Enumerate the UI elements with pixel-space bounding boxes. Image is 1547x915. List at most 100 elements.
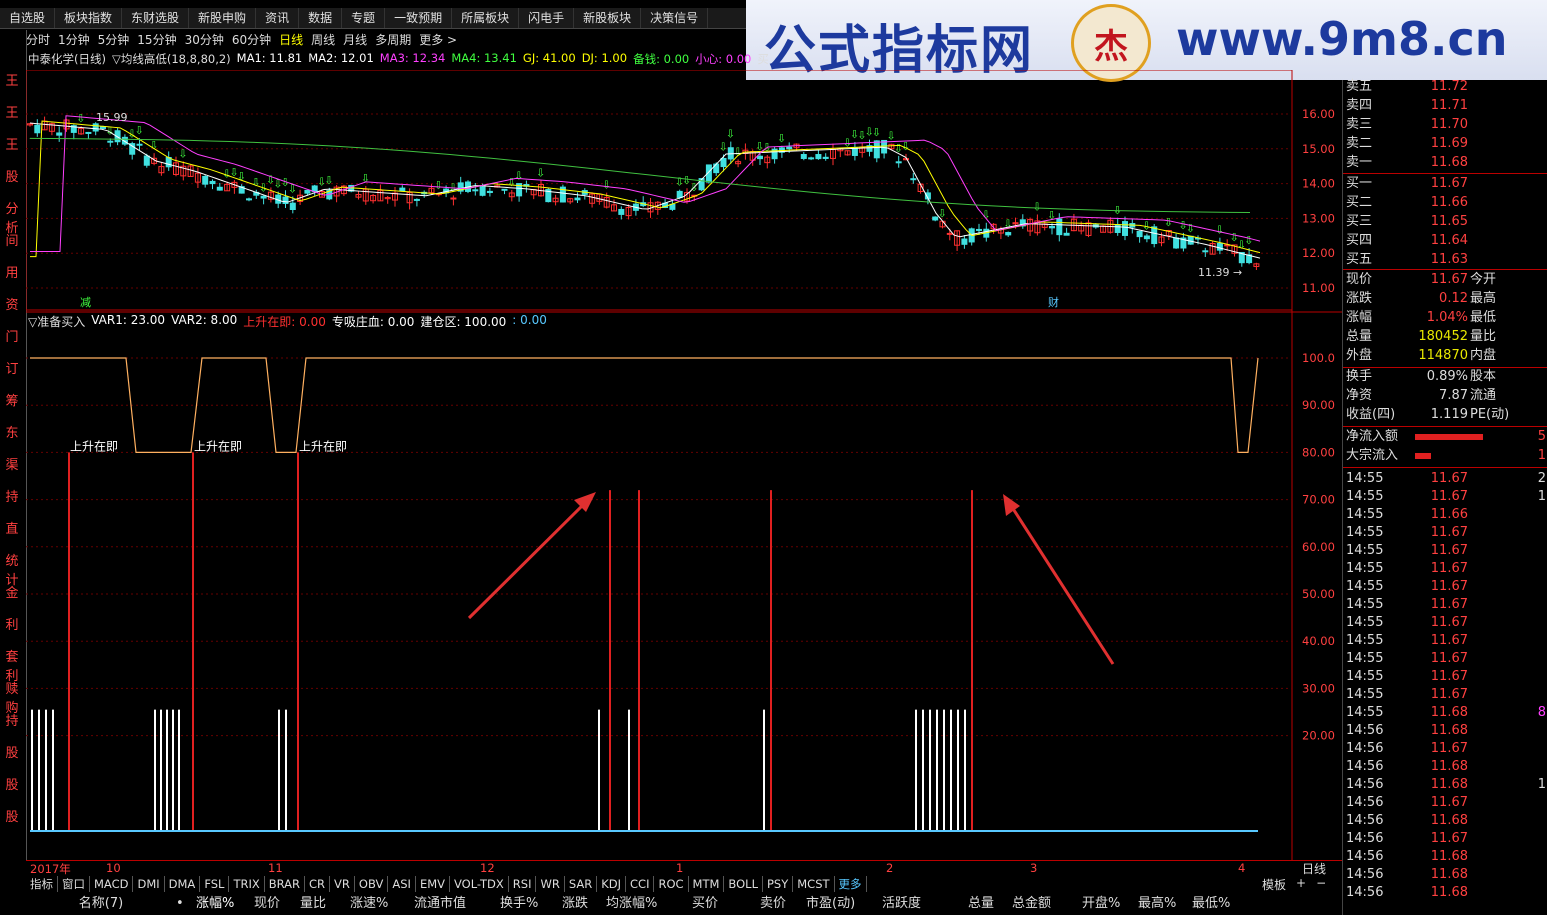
- indicator-tab[interactable]: 指标: [26, 876, 58, 892]
- date-tick: 10: [106, 861, 121, 875]
- buy-arrow-icon: ⇩: [872, 126, 881, 139]
- left-strip-item[interactable]: 用: [0, 262, 24, 281]
- column-header[interactable]: 最低%: [1192, 894, 1250, 915]
- left-strip-item[interactable]: 渠: [0, 454, 24, 473]
- indicator-tab[interactable]: PSY: [763, 876, 794, 892]
- left-strip-item[interactable]: 股: [0, 742, 24, 761]
- left-strip-item[interactable]: 资: [0, 294, 24, 313]
- indicator-tab[interactable]: VR: [330, 876, 355, 892]
- indicator-tab[interactable]: TRIX: [229, 876, 265, 892]
- left-strip-item[interactable]: 持: [0, 486, 24, 505]
- indicator-tab[interactable]: 更多: [835, 876, 867, 892]
- quote-row: 买一 11.67: [1343, 175, 1547, 193]
- tick-row: 14:55 11.68 8: [1343, 704, 1547, 722]
- menu-item[interactable]: 东财选股: [122, 8, 190, 28]
- period-tab[interactable]: 周线: [311, 31, 335, 48]
- period-tab[interactable]: 分时: [26, 31, 50, 48]
- indicator-tab[interactable]: BRAR: [265, 876, 306, 892]
- quote-value: 11.69: [1430, 136, 1468, 151]
- menu-item[interactable]: 专题: [342, 8, 386, 28]
- indicator-tab[interactable]: FSL: [200, 876, 230, 892]
- column-header[interactable]: 涨幅%: [196, 894, 254, 915]
- period-tab[interactable]: 5分钟: [98, 31, 130, 48]
- menu-item[interactable]: 决策信号: [641, 8, 709, 28]
- tick-row: 14:55 11.67: [1343, 578, 1547, 596]
- menu-item[interactable]: 板块指数: [55, 8, 123, 28]
- indicator-tab[interactable]: ASI: [388, 876, 416, 892]
- menu-item[interactable]: 一致预期: [385, 8, 453, 28]
- left-strip-item[interactable]: 持: [0, 710, 24, 729]
- column-header[interactable]: 市盈(动): [806, 894, 882, 915]
- indicator-tab[interactable]: DMI: [133, 876, 165, 892]
- period-tab[interactable]: 60分钟: [232, 31, 271, 48]
- indicator-tab[interactable]: CR: [305, 876, 331, 892]
- column-header[interactable]: 活跃度: [882, 894, 968, 915]
- column-header[interactable]: 换手%: [500, 894, 562, 915]
- column-header[interactable]: 卖价: [760, 894, 806, 915]
- period-tab[interactable]: 日线: [279, 31, 303, 48]
- column-header[interactable]: 涨速%: [350, 894, 414, 915]
- menu-item[interactable]: 新股申购: [189, 8, 257, 28]
- left-strip-item[interactable]: 间: [0, 230, 24, 249]
- indicator-tab[interactable]: OBV: [355, 876, 389, 892]
- left-strip-item[interactable]: 股: [0, 166, 24, 185]
- left-strip-item[interactable]: 股: [0, 774, 24, 793]
- tab-right-control[interactable]: −: [1316, 876, 1326, 893]
- left-strip-item[interactable]: 订: [0, 358, 24, 377]
- column-header[interactable]: 总量: [968, 894, 1012, 915]
- menu-item[interactable]: 所属板块: [452, 8, 520, 28]
- indicator-tab[interactable]: MACD: [90, 876, 134, 892]
- period-tab[interactable]: 月线: [343, 31, 367, 48]
- indicator-tab[interactable]: WR: [536, 876, 565, 892]
- indicator-tab[interactable]: EMV: [416, 876, 450, 892]
- left-strip-item[interactable]: 王: [0, 102, 24, 121]
- indicator-tab[interactable]: KDJ: [597, 876, 627, 892]
- period-tab[interactable]: 15分钟: [137, 31, 176, 48]
- left-strip-item[interactable]: 直: [0, 518, 24, 537]
- column-header[interactable]: 现价: [254, 894, 300, 915]
- column-header[interactable]: 总金额: [1012, 894, 1082, 915]
- left-strip-item[interactable]: 利: [0, 614, 24, 633]
- menu-item[interactable]: 新股板块: [574, 8, 642, 28]
- indicator-tab[interactable]: SAR: [565, 876, 598, 892]
- menu-item[interactable]: 资讯: [256, 8, 300, 28]
- left-strip-item[interactable]: 王: [0, 70, 24, 89]
- menu-item[interactable]: 自选股: [0, 8, 56, 28]
- column-header[interactable]: 最高%: [1138, 894, 1192, 915]
- left-strip-item[interactable]: 东: [0, 422, 24, 441]
- column-header[interactable]: 量比: [300, 894, 350, 915]
- tab-right-control[interactable]: 模板: [1262, 876, 1286, 893]
- quote-row: 现价 11.67 今开: [1343, 271, 1547, 289]
- quote-label: 现价: [1346, 272, 1373, 287]
- period-tab[interactable]: 多周期: [375, 31, 411, 48]
- indicator-tab[interactable]: ROC: [654, 876, 689, 892]
- period-tab[interactable]: 30分钟: [185, 31, 224, 48]
- column-header[interactable]: 买价: [692, 894, 760, 915]
- column-header[interactable]: 涨跌: [562, 894, 606, 915]
- menu-item[interactable]: 闪电手: [519, 8, 575, 28]
- column-header[interactable]: 均涨幅%: [606, 894, 692, 915]
- quote-label: 买四: [1346, 233, 1373, 248]
- indicator-tab[interactable]: MCST: [793, 876, 835, 892]
- left-strip-item[interactable]: 门: [0, 326, 24, 345]
- left-strip-item[interactable]: 筹: [0, 390, 24, 409]
- indicator-tab[interactable]: RSI: [509, 876, 537, 892]
- left-strip-item[interactable]: 股: [0, 806, 24, 825]
- indicator-tab[interactable]: VOL-TDX: [450, 876, 509, 892]
- period-tab[interactable]: 1分钟: [58, 31, 90, 48]
- column-header[interactable]: 开盘%: [1082, 894, 1138, 915]
- column-header[interactable]: 名称(7): [26, 894, 176, 915]
- left-strip-item[interactable]: 金: [0, 582, 24, 601]
- column-header[interactable]: 流通市值: [414, 894, 500, 915]
- left-strip-item[interactable]: 王: [0, 134, 24, 153]
- menu-item[interactable]: 数据: [299, 8, 343, 28]
- indicator-tab[interactable]: BOLL: [724, 876, 763, 892]
- indicator-tab[interactable]: 窗口: [58, 876, 90, 892]
- column-header[interactable]: •: [176, 894, 196, 915]
- indicator-tab[interactable]: MTM: [689, 876, 725, 892]
- tab-right-control[interactable]: +: [1296, 876, 1306, 893]
- indicator-readout: : 0.00: [512, 313, 547, 327]
- indicator-tab[interactable]: DMA: [165, 876, 201, 892]
- indicator-tab[interactable]: CCI: [626, 876, 655, 892]
- period-tab[interactable]: 更多 >: [419, 31, 457, 48]
